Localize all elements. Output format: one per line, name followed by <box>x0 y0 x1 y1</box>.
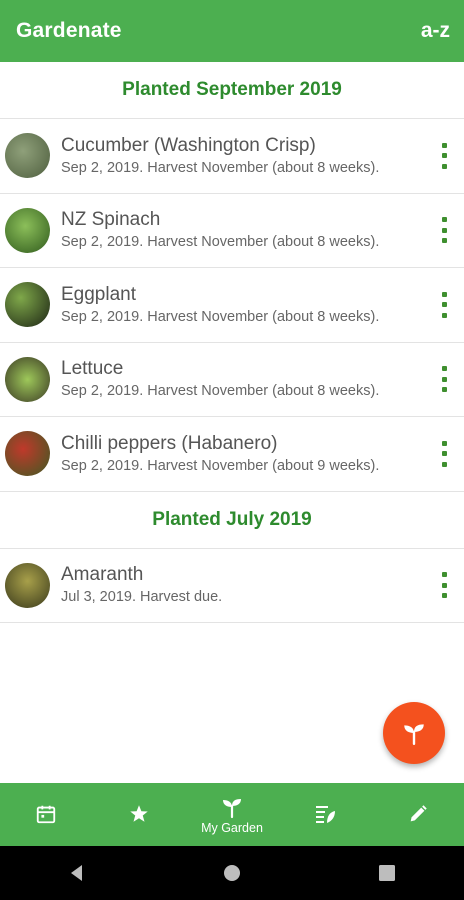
star-icon <box>130 804 148 822</box>
plant-thumbnail <box>5 562 50 608</box>
plant-thumbnail <box>5 207 50 253</box>
nav-my-garden[interactable]: My Garden <box>186 783 279 846</box>
system-navigation-bar <box>0 846 464 900</box>
plant-detail: Jul 3, 2019. Harvest due. <box>61 589 223 606</box>
list-item[interactable]: Eggplant Sep 2, 2019. Harvest November (… <box>0 268 464 343</box>
more-options-icon[interactable] <box>441 440 447 467</box>
sprout-icon <box>404 724 424 746</box>
more-options-icon[interactable] <box>441 572 447 599</box>
nav-label: My Garden <box>201 820 263 835</box>
list-item[interactable]: Cucumber (Washington Crisp) Sep 2, 2019.… <box>0 119 464 194</box>
plant-thumbnail <box>5 431 50 477</box>
pencil-icon <box>410 804 427 821</box>
plant-name: Cucumber (Washington Crisp) <box>61 134 316 156</box>
more-options-icon[interactable] <box>441 217 447 244</box>
list-item[interactable]: NZ Spinach Sep 2, 2019. Harvest November… <box>0 194 464 268</box>
plant-name: Amaranth <box>61 564 144 586</box>
list-item[interactable]: Chilli peppers (Habanero) Sep 2, 2019. H… <box>0 417 464 492</box>
app-bar: Gardenate a-z <box>0 0 464 62</box>
plant-thumbnail <box>5 282 50 328</box>
plant-name: Chilli peppers (Habanero) <box>61 432 278 454</box>
notes-icon <box>315 805 335 823</box>
list-item[interactable]: Lettuce Sep 2, 2019. Harvest November (a… <box>0 343 464 417</box>
garden-list: Planted September 2019 Cucumber (Washing… <box>0 62 464 623</box>
section-header: Planted July 2019 <box>0 492 464 549</box>
bottom-navigation: My Garden <box>0 783 464 846</box>
nav-favourites[interactable] <box>93 783 186 846</box>
plant-name: Eggplant <box>61 283 137 305</box>
nav-calendar[interactable] <box>0 783 93 846</box>
app-title: Gardenate <box>16 19 122 42</box>
recents-icon[interactable] <box>377 863 397 883</box>
sort-az-button[interactable]: a-z <box>421 19 450 43</box>
nav-notes[interactable] <box>278 783 371 846</box>
plant-detail: Sep 2, 2019. Harvest November (about 9 w… <box>61 457 380 474</box>
plant-thumbnail <box>5 356 50 402</box>
plant-detail: Sep 2, 2019. Harvest November (about 8 w… <box>61 308 380 325</box>
calendar-icon <box>37 805 56 823</box>
home-icon[interactable] <box>222 863 242 883</box>
plant-detail: Sep 2, 2019. Harvest November (about 8 w… <box>61 383 380 400</box>
more-options-icon[interactable] <box>441 142 447 169</box>
plant-thumbnail <box>5 133 50 179</box>
list-item[interactable]: Amaranth Jul 3, 2019. Harvest due. <box>0 549 464 623</box>
more-options-icon[interactable] <box>441 291 447 318</box>
add-plant-button[interactable] <box>383 702 445 764</box>
section-header: Planted September 2019 <box>0 62 464 119</box>
back-icon[interactable] <box>67 863 87 883</box>
plant-detail: Sep 2, 2019. Harvest November (about 8 w… <box>61 159 380 176</box>
sprout-icon <box>222 798 241 818</box>
nav-edit[interactable] <box>371 783 464 846</box>
more-options-icon[interactable] <box>441 366 447 393</box>
plant-detail: Sep 2, 2019. Harvest November (about 8 w… <box>61 234 380 251</box>
plant-name: Lettuce <box>61 358 124 380</box>
plant-name: NZ Spinach <box>61 209 161 231</box>
